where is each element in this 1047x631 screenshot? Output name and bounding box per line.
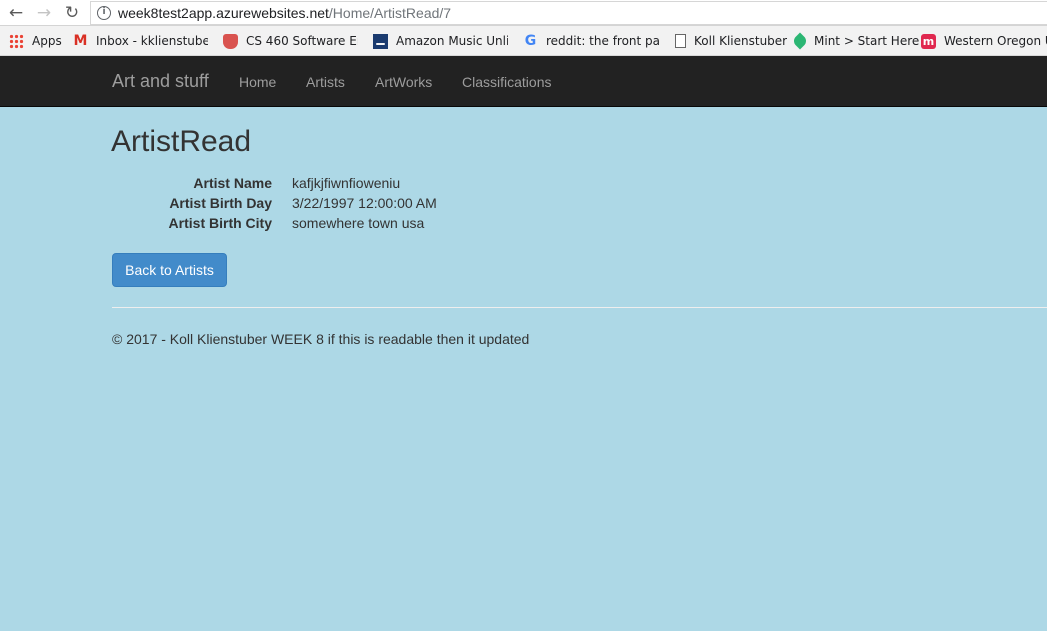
detail-label: Artist Birth Day (169, 195, 272, 211)
nav-link-home[interactable]: Home (239, 73, 276, 91)
apps-grid-icon (9, 33, 24, 49)
document-icon (675, 34, 686, 48)
forward-arrow-icon[interactable]: → (34, 3, 54, 23)
url-path: /Home/ArtistRead/7 (328, 5, 452, 21)
bookmark-label: Amazon Music Unlim (396, 34, 508, 48)
bookmark-label: Koll Klienstuber (694, 34, 788, 48)
divider (112, 307, 1047, 308)
bookmark-label: CS 460 Software Engi (246, 34, 358, 48)
bookmark-cs460[interactable]: CS 460 Software Engi (223, 33, 358, 49)
amazon-music-icon (373, 33, 388, 49)
navbar-brand[interactable]: Art and stuff (112, 70, 209, 92)
bookmarks-bar: Apps M Inbox - kklienstuber1 CS 460 Soft… (0, 26, 1047, 56)
bookmark-mint[interactable]: Mint > Start Here (791, 32, 920, 50)
detail-value: 3/22/1997 12:00:00 AM (292, 195, 437, 211)
url-host: week8test2app.azurewebsites.net (118, 5, 329, 21)
bookmark-label: Inbox - kklienstuber1 (96, 34, 208, 48)
bookmark-amazon-music[interactable]: Amazon Music Unlim (373, 33, 508, 49)
detail-value: kafjkjfiwnfioweniu (292, 175, 401, 191)
m-badge-icon: m (921, 33, 936, 49)
mint-leaf-icon (791, 32, 809, 50)
bookmark-apps[interactable]: Apps (9, 33, 62, 49)
bookmark-label: reddit: the front page (546, 34, 660, 48)
footer-text: © 2017 - Koll Klienstuber WEEK 8 if this… (112, 331, 530, 347)
bookmark-reddit[interactable]: G reddit: the front page (523, 33, 660, 49)
google-icon: G (524, 32, 537, 49)
back-to-artists-button[interactable]: Back to Artists (112, 253, 227, 287)
reload-icon[interactable]: ↻ (62, 3, 82, 23)
bookmark-wou[interactable]: m Western Oregon Ur (921, 33, 1047, 49)
detail-row: Artist Name kafjkjfiwnfioweniu (112, 173, 612, 193)
back-arrow-icon[interactable]: ← (6, 3, 26, 23)
detail-label: Artist Name (193, 175, 272, 191)
shield-icon (223, 33, 238, 49)
bookmark-label: Apps (32, 34, 62, 48)
browser-toolbar: ← → ↻ i week8test2app.azurewebsites.net/… (0, 0, 1047, 26)
detail-row: Artist Birth Day 3/22/1997 12:00:00 AM (112, 193, 612, 213)
bookmark-koll[interactable]: Koll Klienstuber (673, 33, 787, 49)
address-bar[interactable]: i week8test2app.azurewebsites.net/Home/A… (90, 1, 1047, 25)
page-title: ArtistRead (111, 125, 252, 158)
detail-label: Artist Birth City (168, 215, 272, 231)
detail-row: Artist Birth City somewhere town usa (112, 213, 612, 233)
info-icon[interactable]: i (97, 6, 111, 20)
detail-value: somewhere town usa (292, 215, 425, 231)
nav-link-classifications[interactable]: Classifications (462, 73, 551, 91)
nav-link-artists[interactable]: Artists (306, 73, 345, 91)
nav-link-artworks[interactable]: ArtWorks (375, 73, 432, 91)
bookmark-label: Western Oregon Ur (944, 34, 1047, 48)
url-text[interactable]: week8test2app.azurewebsites.net/Home/Art… (118, 5, 451, 22)
site-navbar: Art and stuff Home Artists ArtWorks Clas… (0, 56, 1047, 107)
bookmark-label: Mint > Start Here (814, 34, 920, 48)
bookmark-gmail[interactable]: M Inbox - kklienstuber1 (73, 33, 208, 49)
gmail-icon: M (73, 32, 88, 49)
